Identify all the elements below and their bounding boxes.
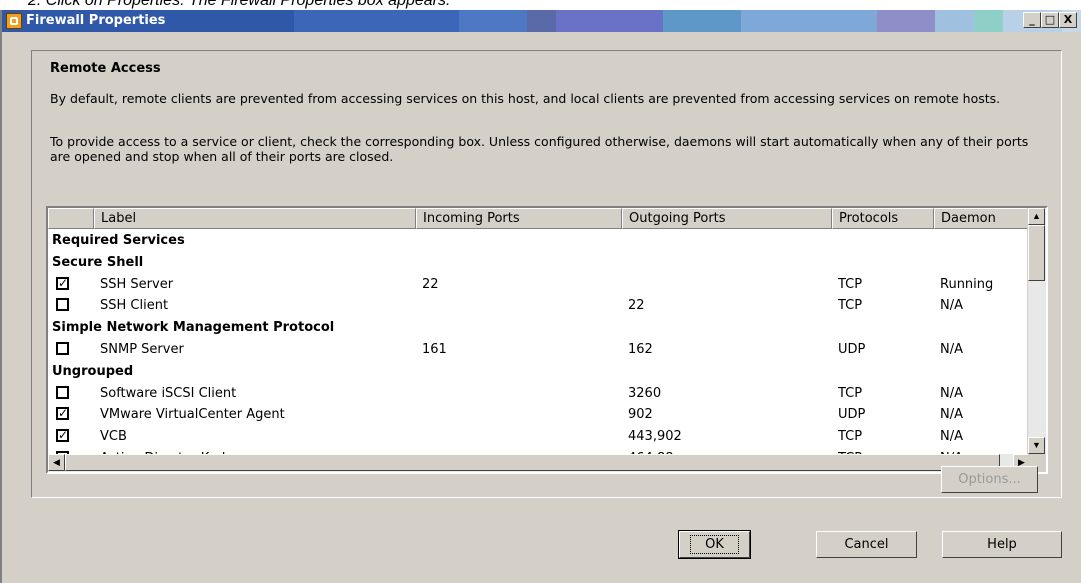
group-header: Required Services [52,233,185,248]
services-table: Label Incoming Ports Outgoing Ports Protoco… [46,206,1048,474]
table-row[interactable]: SSH Client 22 TCP N/A [48,295,1030,317]
column-header-outgoing-ports[interactable]: Outgoing Ports [622,208,832,229]
column-header-protocols[interactable]: Protocols [832,208,934,229]
table-row[interactable]: Software iSCSI Client 3260 TCP N/A [48,383,1030,405]
group-header: Ungrouped [52,363,134,379]
window-controls: _ □ X [1023,12,1077,28]
minimize-button[interactable]: _ [1023,12,1041,28]
checkbox-checked[interactable]: ✓ [56,407,69,421]
table-row[interactable]: ✓ VCB 443,902 TCP N/A [48,426,1030,448]
table-row[interactable]: ✓ SSH Server 22 TCP Running [48,274,1030,296]
title-bar-segment [556,10,663,32]
horizontal-scrollbar[interactable]: ◀ ▶ [48,454,1030,472]
cell-protocol: TCP [838,385,863,401]
title-bar-segment [293,10,459,32]
remote-access-panel: Remote Access By default, remote clients… [31,50,1062,498]
cell-label: VMware VirtualCenter Agent [100,407,285,423]
cell-outgoing: 162 [628,341,653,357]
group-header: Simple Network Management Protocol [52,320,335,336]
cell-incoming: 22 [422,276,439,292]
cell-label: SSH Client [100,298,169,314]
panel-title: Remote Access [50,61,161,76]
column-header-incoming-ports[interactable]: Incoming Ports [416,208,622,229]
scroll-up-arrow-icon[interactable]: ▲ [1028,208,1045,225]
close-button[interactable]: X [1059,12,1077,28]
cell-daemon: N/A [940,385,963,401]
description-paragraph-2: To provide access to a service or client… [50,134,1029,164]
cell-incoming: 161 [422,341,447,357]
cell-outgoing: 22 [628,298,645,314]
table-row[interactable]: ✓ VMware VirtualCenter Agent 902 UDP N/A [48,404,1030,426]
description-paragraph-1: By default, remote clients are prevented… [50,91,1001,106]
options-button[interactable]: Options... [941,466,1038,493]
checkbox-unchecked[interactable] [56,341,69,355]
ok-button-label: OK [690,535,739,554]
table-body: Required Services Secure Shell ✓ SSH Server… [48,230,1030,470]
checkbox-unchecked[interactable] [56,385,69,399]
cell-outgoing: 902 [628,407,653,423]
vertical-scrollbar[interactable]: ▲ ▼ [1027,208,1046,454]
cell-outgoing: 3260 [628,385,662,401]
group-header: Secure Shell [52,254,144,270]
cell-daemon: N/A [940,429,963,445]
cell-label: Software iSCSI Client [100,385,237,401]
cell-label: SSH Server [100,276,174,292]
table-row[interactable]: SNMP Server 161 162 UDP N/A [48,339,1030,361]
cell-daemon: N/A [940,298,963,314]
maximize-button[interactable]: □ [1041,12,1059,28]
cell-label: SNMP Server [100,341,184,357]
cell-daemon: N/A [940,341,963,357]
title-bar-segment [458,10,527,32]
scroll-left-arrow-icon[interactable]: ◀ [48,454,65,471]
scroll-down-arrow-icon[interactable]: ▼ [1028,437,1045,454]
cell-protocol: UDP [838,407,866,423]
vertical-scroll-thumb[interactable] [1028,225,1045,281]
horizontal-scroll-thumb[interactable] [65,454,1000,471]
window-title: Firewall Properties [26,13,166,28]
title-bar-segment [740,10,877,32]
checkbox-checked[interactable]: ✓ [56,276,69,290]
column-header-check[interactable] [48,208,94,229]
checkbox-unchecked[interactable] [56,298,69,312]
cell-protocol: UDP [838,341,866,357]
title-bar-segment [935,10,975,32]
firewall-properties-window: Firewall Properties _ □ X Remote Access … [0,10,1081,583]
column-header-label[interactable]: Label [94,208,416,229]
cell-daemon: Running [940,276,994,292]
title-bar-segment [974,10,1004,32]
title-bar-segment [526,10,557,32]
cell-outgoing: 443,902 [628,429,682,445]
cell-protocol: TCP [838,429,863,445]
cell-daemon: N/A [940,407,963,423]
cancel-button[interactable]: Cancel [816,531,917,558]
instruction-caption: 2. Click on Properties. The Firewall Pro… [28,0,451,9]
firewall-app-icon [6,13,22,29]
help-button[interactable]: Help [942,531,1062,558]
ok-button[interactable]: OK [678,530,751,559]
cell-protocol: TCP [838,276,863,292]
column-header-daemon[interactable]: Daemon [934,208,1030,229]
cell-protocol: TCP [838,298,863,314]
checkbox-checked[interactable]: ✓ [56,429,69,443]
title-bar-segment [663,10,741,32]
table-header: Label Incoming Ports Outgoing Ports Protoco… [48,208,1030,229]
title-bar-segment [876,10,936,32]
cell-label: VCB [100,429,127,445]
